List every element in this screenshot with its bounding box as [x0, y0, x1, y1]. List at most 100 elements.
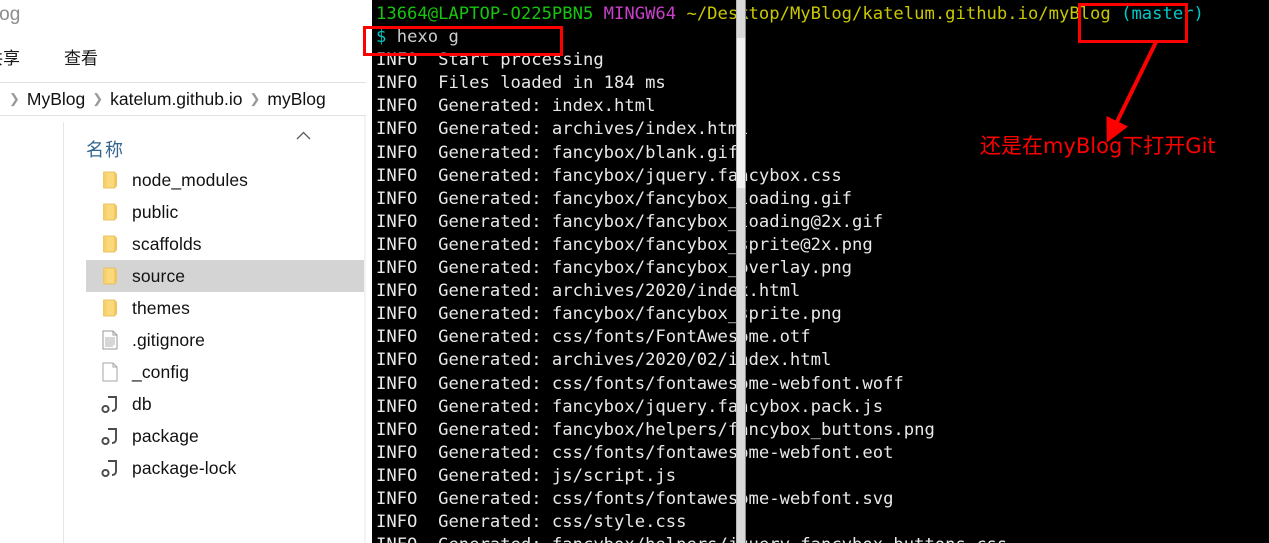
folder-icon [100, 233, 120, 255]
terminal-log-spacer [417, 143, 438, 163]
terminal-log-message: Generated: css/fonts/fontawesome-webfont… [438, 442, 894, 463]
terminal-log-spacer [417, 397, 438, 417]
terminal-log-spacer [417, 443, 438, 463]
blank-file-icon [100, 361, 120, 383]
file-list-item[interactable]: public [86, 196, 366, 228]
terminal-log-message: Generated: fancybox/helpers/fancybox_but… [438, 419, 935, 440]
terminal-log-level: INFO [376, 442, 418, 463]
file-list-item[interactable]: .gitignore [86, 324, 366, 356]
chevron-up-icon [296, 131, 311, 140]
file-list-item-label: scaffolds [132, 233, 202, 254]
breadcrumb-item-myblog-root[interactable]: MyBlog [27, 89, 85, 110]
file-list-item-label: source [132, 265, 186, 286]
terminal-log-level: INFO [376, 535, 417, 543]
terminal-log-line: INFO Generated: index.html [376, 95, 1269, 118]
terminal-log-line: INFO Generated: css/style.css [376, 511, 1269, 534]
terminal-log-line: INFO Generated: archives/2020/index.html [376, 280, 1269, 303]
terminal-log-message: Generated: fancybox/fancybox_sprite@2x.p… [438, 234, 873, 255]
terminal-log-level: INFO [376, 258, 418, 279]
file-list-item-label: themes [132, 297, 190, 318]
terminal-log-message: Files loaded in 184 ms [438, 73, 666, 94]
terminal-log-spacer [417, 50, 438, 70]
file-explorer-window: Blog 共享 查看 ❯ MyBlog ❯ katelum.github.io … [0, 0, 366, 543]
terminal-log-spacer [417, 489, 438, 509]
terminal-log-level: INFO [376, 419, 418, 440]
file-list-item[interactable]: node_modules [86, 164, 366, 196]
terminal-log-spacer [417, 281, 438, 301]
file-list-item[interactable]: source [86, 260, 366, 292]
terminal-log-spacer [417, 535, 438, 543]
terminal-log-message: Generated: js/script.js [438, 465, 677, 486]
terminal-output: 13664@LAPTOP-O225PBN5 MINGW64 ~/Desktop/… [376, 3, 1269, 543]
file-list-item[interactable]: package-lock [86, 452, 366, 484]
terminal-log-message: Generated: fancybox/fancybox_overlay.png [438, 258, 853, 279]
annotation-note-text: 还是在myBlog下打开Git [980, 134, 1216, 158]
json-file-icon [100, 393, 120, 415]
terminal-log-line: INFO Generated: css/fonts/fontawesome-we… [376, 442, 1269, 465]
terminal-log-message: Generated: css/fonts/FontAwesome.otf [438, 327, 811, 348]
terminal-log-level: INFO [376, 281, 418, 302]
ribbon-tab-view[interactable]: 查看 [64, 44, 98, 69]
folder-icon [100, 265, 120, 287]
terminal-log-spacer [417, 212, 438, 232]
terminal-log-line: INFO Generated: css/fonts/fontawesome-we… [376, 488, 1269, 511]
terminal-log-line: INFO Generated: archives/2020/02/index.h… [376, 349, 1269, 372]
terminal-log-spacer [417, 350, 438, 370]
file-list-item-label: _config [132, 361, 190, 382]
terminal-log-level: INFO [376, 96, 418, 117]
breadcrumb[interactable]: ❯ MyBlog ❯ katelum.github.io ❯ myBlog [0, 84, 366, 115]
terminal-command-line: $ hexo g [376, 26, 1269, 49]
terminal-log-line: INFO Generated: css/fonts/FontAwesome.ot… [376, 326, 1269, 349]
file-list-item[interactable]: themes [86, 292, 366, 324]
ribbon-tab-share[interactable]: 共享 [0, 44, 20, 69]
terminal-log-line: INFO Generated: fancybox/fancybox_loadin… [376, 188, 1269, 211]
terminal-log-lines: INFO Start processing INFO Files loaded i… [376, 49, 1269, 543]
chevron-right-icon: ❯ [9, 91, 20, 106]
terminal-log-level: INFO [376, 350, 418, 371]
terminal-log-spacer [417, 304, 438, 324]
terminal-command-text: hexo g [396, 27, 459, 48]
terminal-log-level: INFO [376, 396, 418, 417]
terminal-log-level: INFO [376, 488, 418, 509]
terminal-log-message: Generated: fancybox/jquery.fancybox.pack… [438, 396, 884, 417]
terminal-log-level: INFO [376, 234, 418, 255]
terminal-log-message: Generated: archives/index.html [438, 119, 749, 140]
file-list-item[interactable]: _config [86, 356, 366, 388]
terminal-log-line: INFO Generated: css/fonts/fontawesome-we… [376, 373, 1269, 396]
chevron-right-icon: ❯ [249, 91, 261, 106]
file-list-item-label: db [132, 393, 152, 414]
breadcrumb-item-myblog[interactable]: myBlog [267, 89, 325, 110]
terminal-log-spacer [417, 327, 438, 347]
terminal-scrollbar-thumb[interactable] [737, 38, 745, 188]
terminal-log-message: Generated: fancybox/jquery.fancybox.css [438, 165, 842, 186]
column-header-name[interactable]: 名称 [86, 136, 124, 162]
explorer-scrollbar[interactable] [364, 116, 366, 543]
terminal-log-level: INFO [376, 50, 418, 71]
file-list-item[interactable]: package [86, 420, 366, 452]
file-list-item-label: package [132, 425, 199, 446]
file-list-item[interactable]: db [86, 388, 366, 420]
navigation-pane [0, 116, 63, 543]
terminal-log-message: Generated: fancybox/fancybox_loading.gif [438, 188, 853, 209]
terminal-log-message: Generated: index.html [438, 96, 656, 117]
terminal-log-line: INFO Generated: fancybox/fancybox_overla… [376, 257, 1269, 280]
terminal-log-line: INFO Start processing [376, 49, 1269, 72]
file-list-item-label: node_modules [132, 169, 249, 190]
breadcrumb-item-katelum-github-io[interactable]: katelum.github.io [110, 89, 242, 110]
file-list-item[interactable]: scaffolds [86, 228, 366, 260]
terminal-log-level: INFO [376, 327, 418, 348]
prompt-dollar-symbol: $ [376, 27, 387, 48]
terminal-log-spacer [417, 466, 438, 486]
json-file-icon [100, 425, 120, 447]
terminal-log-spacer [417, 374, 438, 394]
terminal-log-spacer [417, 258, 438, 278]
file-list-item-label: public [132, 201, 179, 222]
terminal-log-line: INFO Generated: fancybox/helpers/fancybo… [376, 419, 1269, 442]
file-list-item-label: package-lock [132, 457, 237, 478]
git-bash-terminal[interactable]: 13664@LAPTOP-O225PBN5 MINGW64 ~/Desktop/… [372, 0, 1269, 543]
prompt-branch: (master) [1121, 4, 1204, 24]
terminal-log-line: INFO Generated: js/script.js [376, 465, 1269, 488]
chevron-right-icon: ❯ [92, 91, 104, 106]
terminal-scrollbar[interactable] [736, 0, 746, 543]
text-file-icon [100, 329, 120, 351]
